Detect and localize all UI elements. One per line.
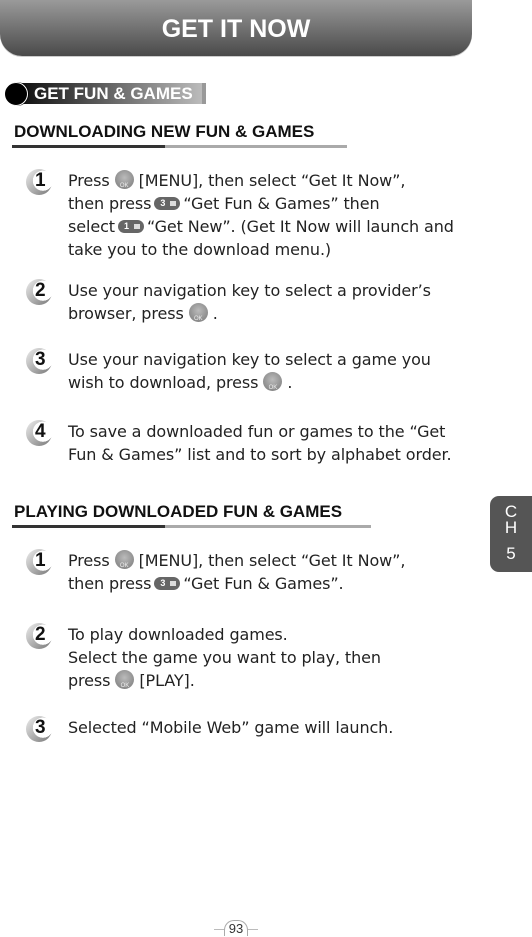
- ok-key-icon: [188, 303, 208, 331]
- step-number-badge: 1: [26, 549, 52, 575]
- ok-key-icon: [114, 550, 134, 578]
- ok-key-icon: [263, 372, 283, 400]
- step-text: Press[MENU], then select “Get It Now”, t…: [68, 169, 454, 261]
- step-number-badge: 2: [26, 279, 52, 305]
- key-3-icon: 3: [154, 197, 181, 210]
- download-step-1: 1 Press[MENU], then select “Get It Now”,…: [26, 169, 486, 264]
- step-text: To save a downloaded fun or games to the…: [68, 422, 452, 464]
- step-text: Use your navigation key to select a game…: [68, 348, 431, 400]
- page-title: GET IT NOW: [161, 15, 311, 43]
- section-title-playing: PLAYING DOWNLOADED FUN & GAMES: [14, 502, 343, 521]
- step-number-badge: 3: [26, 348, 52, 374]
- page-number: 93: [214, 920, 258, 937]
- section-rule: [12, 525, 371, 528]
- bullet-icon: [4, 82, 28, 106]
- section-rule: [12, 145, 347, 148]
- step-number-badge: 1: [26, 169, 52, 195]
- step-text: To play downloaded games. Select the gam…: [68, 623, 381, 698]
- ok-key-icon: [114, 170, 134, 198]
- download-step-2: 2 Use your navigation key to select a pr…: [26, 279, 486, 331]
- section-tag-label: GET FUN & GAMES: [34, 84, 193, 103]
- download-step-4: 4 To save a downloaded fun or games to t…: [26, 420, 486, 468]
- step-number-badge: 2: [26, 623, 52, 649]
- step-number-badge: 4: [26, 420, 52, 446]
- section-title-downloading: DOWNLOADING NEW FUN & GAMES: [14, 122, 315, 141]
- play-step-1: 1 Press[MENU], then select “Get It Now”,…: [26, 549, 486, 597]
- key-3-icon: 3: [154, 577, 181, 590]
- play-step-3: 3 Selected “Mobile Web” game will launch…: [26, 716, 486, 742]
- play-step-2: 2 To play downloaded games. Select the g…: [26, 623, 486, 698]
- step-text: Selected “Mobile Web” game will launch.: [68, 718, 394, 737]
- chapter-tab[interactable]: C H 5: [490, 496, 532, 572]
- step-text: Use your navigation key to select a prov…: [68, 279, 431, 331]
- key-1-icon: 1: [117, 220, 144, 233]
- download-step-3: 3 Use your navigation key to select a ga…: [26, 348, 486, 400]
- step-text: Press[MENU], then select “Get It Now”, t…: [68, 549, 405, 595]
- page-header: GET IT NOW: [0, 0, 472, 56]
- ok-key-icon: [115, 670, 135, 698]
- step-number-badge: 3: [26, 716, 52, 742]
